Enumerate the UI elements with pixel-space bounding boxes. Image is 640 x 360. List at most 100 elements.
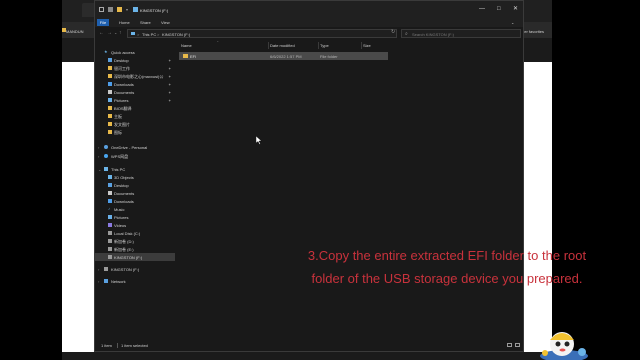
nav-label: Desktop [114, 183, 129, 188]
nav-item-pictures[interactable]: Pictures ✦ [95, 96, 175, 104]
nav-onedrive[interactable]: › OneDrive - Personal [95, 143, 175, 151]
nav-item-downloads[interactable]: Downloads ✦ [95, 80, 175, 88]
nav-label: Quick access [111, 50, 135, 55]
tab-view[interactable]: View [161, 20, 170, 25]
drive-icon [133, 7, 138, 12]
nav-item-folder[interactable]: BIOS翻译 [95, 104, 175, 112]
column-header-type[interactable]: Type [320, 43, 329, 48]
column-header-date[interactable]: Date modified [270, 43, 295, 48]
large-icons-view-icon[interactable] [515, 343, 520, 347]
nav-item-folder[interactable]: 发文图片 [95, 120, 175, 128]
window-menu-icon[interactable] [99, 7, 104, 12]
expand-ribbon-icon[interactable]: ⌄ [511, 20, 514, 25]
forward-arrow-icon[interactable]: → [107, 30, 112, 36]
nav-item-drive-d[interactable]: 新加卷 (D:) [95, 237, 175, 245]
music-icon: ♪ [108, 206, 110, 211]
nav-label: Videos [114, 223, 127, 228]
breadcrumb-separator: > [157, 32, 160, 37]
nav-item-pictures[interactable]: Pictures [95, 213, 175, 221]
column-divider[interactable] [268, 42, 269, 49]
star-icon: ★ [104, 49, 108, 54]
nav-label: 图标 [114, 130, 122, 135]
window-title: KINGSTON (F:) [140, 8, 169, 13]
computer-icon [104, 167, 108, 171]
document-icon [108, 191, 112, 195]
breadcrumb-this-pc[interactable]: This PC [142, 32, 156, 37]
nav-item-folder[interactable]: 银河工作 ✦ [95, 64, 175, 72]
navigation-pane: ★ Quick access Desktop ✦ 银河工作 ✦ 深圳市电影之心(… [95, 43, 175, 339]
nav-network[interactable]: › Network [95, 277, 175, 285]
drive-icon [108, 239, 112, 243]
column-divider[interactable] [361, 42, 362, 49]
breadcrumb-kingston[interactable]: KINGSTON (F:) [162, 32, 190, 37]
maximize-button[interactable]: □ [497, 6, 501, 12]
nav-item-folder[interactable]: 深圳市电影之心(maxxusi)公 ✦ [95, 72, 175, 80]
cloud-icon [104, 145, 108, 149]
pin-icon: ✦ [168, 90, 172, 95]
nav-item-drive-f[interactable]: KINGSTON (F:) [95, 253, 175, 261]
nav-label: Documents [114, 191, 135, 196]
file-row-efi[interactable]: EFI 6/6/2022 1:57 PM File folder [179, 52, 388, 60]
folder-icon [108, 130, 112, 134]
tutorial-caption: 3.Copy the entire extracted EFI folder t… [266, 244, 628, 290]
customize-toolbar-icon[interactable]: ▾ [126, 7, 131, 12]
column-header-name[interactable]: Name [181, 43, 192, 48]
chevron-right-icon: › [98, 267, 100, 272]
usb-drive-icon [104, 267, 108, 271]
nav-this-pc[interactable]: ⌄ This PC [95, 165, 175, 173]
nav-item-desktop[interactable]: Desktop [95, 181, 175, 189]
column-divider[interactable] [318, 42, 319, 49]
new-folder-icon[interactable] [117, 7, 122, 12]
nav-item-3d-objects[interactable]: 3D Objects [95, 173, 175, 181]
nav-label: Desktop [114, 58, 129, 63]
nav-item-music[interactable]: ♪ Music [95, 205, 175, 213]
folder-icon [108, 106, 112, 110]
tab-share[interactable]: Share [140, 20, 151, 25]
tab-file[interactable]: File [97, 19, 109, 26]
search-input[interactable]: ⌕ Search KINGSTON (F:) [401, 29, 521, 38]
details-view-icon[interactable] [507, 343, 512, 347]
nav-quick-access[interactable]: ★ Quick access [95, 48, 175, 56]
bookmark-item[interactable]: MANDUN [66, 29, 84, 34]
refresh-icon[interactable]: ↻ [391, 30, 395, 35]
column-header-size[interactable]: Size [363, 43, 371, 48]
up-arrow-icon[interactable]: ↑ [119, 30, 122, 36]
file-date: 6/6/2022 1:57 PM [270, 54, 302, 59]
pin-icon: ✦ [168, 82, 172, 87]
pin-icon: ✦ [168, 66, 172, 71]
nav-item-documents[interactable]: Documents ✦ [95, 88, 175, 96]
download-icon [108, 82, 112, 86]
nav-label: KINGSTON (F:) [111, 267, 140, 272]
properties-icon[interactable] [108, 7, 113, 12]
nav-usb-drive[interactable]: › KINGSTON (F:) [95, 265, 175, 273]
nav-item-folder[interactable]: 图标 [95, 128, 175, 136]
status-divider [117, 343, 118, 348]
drive-icon [108, 231, 112, 235]
nav-label: OneDrive - Personal [111, 145, 148, 150]
address-bar[interactable]: > This PC > KINGSTON (F:) [127, 29, 397, 38]
cloud-icon [104, 154, 108, 158]
file-list: Name ^ Date modified Type Size EFI 6/6/2… [175, 39, 521, 339]
nav-item-drive-e[interactable]: 新加卷 (E:) [95, 245, 175, 253]
close-button[interactable]: ✕ [513, 6, 518, 12]
nav-item-drive-c[interactable]: Local Disk (C:) [95, 229, 175, 237]
file-explorer-window: ▾ KINGSTON (F:) — □ ✕ File Home Share Vi… [94, 0, 524, 352]
back-arrow-icon[interactable]: ← [99, 30, 104, 36]
drive-icon [108, 247, 112, 251]
nav-item-downloads[interactable]: Downloads [95, 197, 175, 205]
chevron-right-icon: › [98, 145, 100, 150]
nav-item-videos[interactable]: Videos [95, 221, 175, 229]
address-row: ← → ⌄ ↑ > This PC > KINGSTON (F:) ↻ ⌕ Se… [95, 28, 523, 39]
sort-ascending-icon: ^ [217, 40, 219, 44]
tab-home[interactable]: Home [119, 20, 130, 25]
nav-label: Downloads [114, 199, 134, 204]
recent-locations-icon[interactable]: ⌄ [114, 30, 117, 36]
minimize-button[interactable]: — [479, 6, 485, 12]
nav-item-desktop[interactable]: Desktop ✦ [95, 56, 175, 64]
other-favorites[interactable]: her favorites [522, 29, 544, 34]
nav-label: Music [114, 207, 125, 212]
nav-item-folder[interactable]: 主板 [95, 112, 175, 120]
nav-wps[interactable]: › WPS网盘 [95, 152, 175, 160]
nav-label: Documents [114, 90, 135, 95]
nav-item-documents[interactable]: Documents [95, 189, 175, 197]
